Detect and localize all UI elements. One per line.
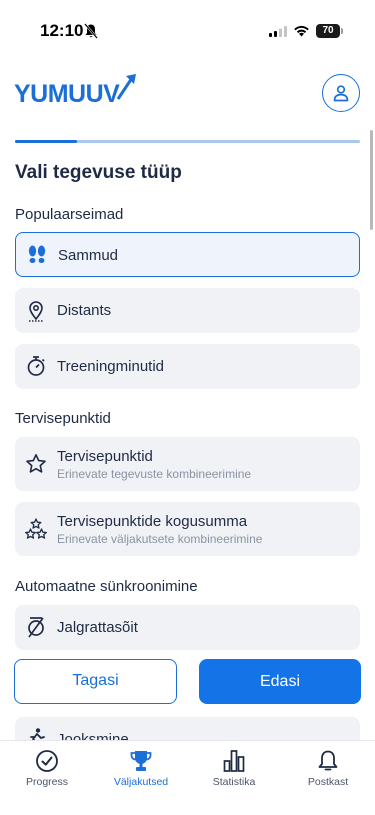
- option-label: Treeningminutid: [57, 358, 164, 375]
- running-icon: [30, 728, 45, 740]
- step-progress-bar: [15, 140, 360, 143]
- option-subtitle: Erinevate väljakutsete kombineerimine: [57, 532, 263, 546]
- tab-label: Väljakutsed: [113, 776, 169, 788]
- section-title-sync: Automaatne sünkroonimine: [15, 578, 198, 595]
- step-progress-fill: [15, 140, 78, 143]
- option-label: Distants: [57, 302, 112, 319]
- trophy-icon: [130, 751, 152, 771]
- tab-statistics[interactable]: Statistika: [194, 749, 274, 799]
- section-title-popular: Populaarseimad: [15, 206, 124, 223]
- option-label: Sammud: [58, 247, 119, 264]
- tab-challenges[interactable]: Väljakutsed: [101, 749, 181, 799]
- logo-text: YUMUUV: [14, 80, 120, 106]
- wifi-icon: [294, 25, 309, 37]
- yumuuv-logo[interactable]: YUMUUV: [14, 72, 144, 106]
- footsteps-icon: [28, 245, 46, 263]
- tab-label: Progress: [25, 776, 68, 788]
- scrollbar[interactable]: [370, 130, 373, 230]
- bell-off-icon: [84, 23, 98, 39]
- option-cycling[interactable]: Jalgrattasõit: [15, 605, 360, 650]
- status-bar: 12:10 70: [0, 0, 375, 56]
- back-button[interactable]: Tagasi: [14, 659, 177, 704]
- option-label: Tervisepunktid: [57, 448, 153, 465]
- page-title: Vali tegevuse tüüp: [15, 162, 182, 183]
- option-label: Jalgrattasõit: [57, 619, 138, 636]
- tab-label: Postkast: [307, 776, 349, 788]
- user-icon: [333, 85, 349, 102]
- section-title-health: Tervisepunktid: [15, 410, 111, 427]
- bottom-tab-bar: Progress Väljakutsed Statistika Postkast: [0, 740, 375, 815]
- option-subtitle: Erinevate tegevuste kombineerimine: [57, 467, 252, 481]
- option-label: Jooksmine: [57, 731, 129, 740]
- option-label: Tervisepunktide kogusumma: [57, 513, 248, 530]
- option-health-points[interactable]: Tervisepunktid Erinevate tegevuste kombi…: [15, 437, 360, 491]
- signal-icon: [269, 26, 287, 37]
- profile-button[interactable]: [322, 74, 360, 112]
- bicycle-icon: [28, 617, 44, 638]
- tab-label: Statistika: [212, 776, 256, 788]
- option-training-minutes[interactable]: Treeningminutid: [15, 344, 360, 389]
- tab-progress[interactable]: Progress: [7, 749, 87, 799]
- status-time: 12:10: [40, 21, 84, 40]
- location-pin-icon: [29, 301, 43, 322]
- tab-inbox[interactable]: Postkast: [288, 749, 368, 799]
- next-button[interactable]: Edasi: [199, 659, 361, 704]
- stars-cluster-icon: [25, 518, 47, 539]
- battery-level: 70: [316, 24, 340, 38]
- option-running[interactable]: Jooksmine: [15, 717, 360, 740]
- option-steps[interactable]: Sammud: [15, 232, 360, 277]
- option-health-points-total[interactable]: Tervisepunktide kogusumma Erinevate välj…: [15, 502, 360, 556]
- screen: 12:10 70 YUMUUV Vali tegevuse tüüp Popul…: [0, 0, 375, 815]
- app-header: YUMUUV: [0, 56, 375, 124]
- battery-icon: 70: [316, 24, 344, 38]
- bell-icon: [318, 750, 338, 771]
- gauge-icon: [36, 750, 58, 772]
- activity-type-list[interactable]: Vali tegevuse tüüp Populaarseimad Sammud…: [0, 124, 375, 740]
- bar-chart-icon: [223, 750, 245, 772]
- star-icon: [26, 454, 46, 473]
- stopwatch-icon: [27, 356, 45, 376]
- option-distance[interactable]: Distants: [15, 288, 360, 333]
